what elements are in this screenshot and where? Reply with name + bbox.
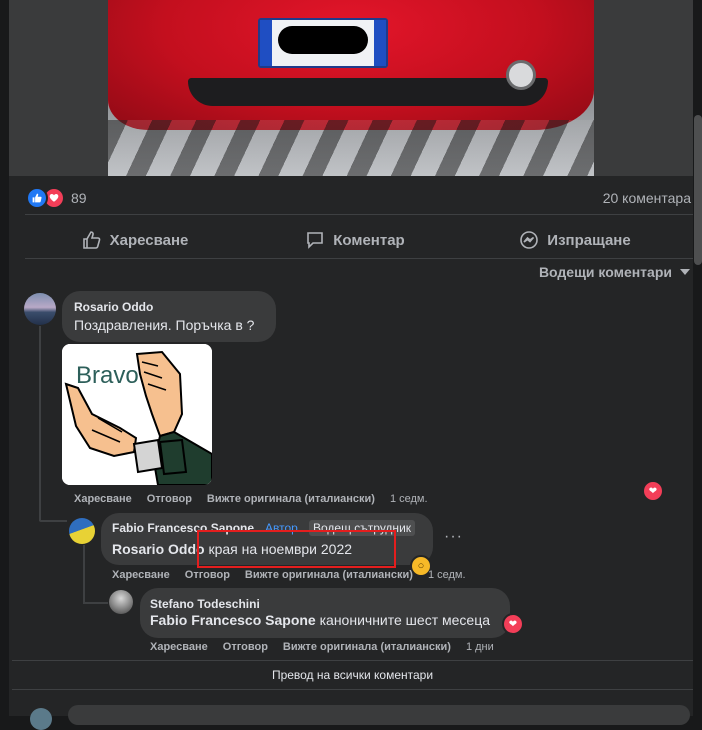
comment-body: каноничните шест месеца bbox=[319, 612, 490, 628]
speech-bubble-icon bbox=[307, 232, 324, 249]
comment-author[interactable]: Rosario Oddo bbox=[74, 300, 153, 314]
reply-link[interactable]: Отговор bbox=[185, 569, 230, 581]
reactions-summary[interactable]: 89 bbox=[26, 187, 87, 209]
comment-input[interactable] bbox=[68, 705, 690, 725]
thread-line bbox=[83, 602, 108, 604]
avatar bbox=[30, 708, 52, 730]
post-photo-frame bbox=[9, 0, 693, 176]
reply-link[interactable]: Отговор bbox=[147, 493, 192, 505]
more-options-icon[interactable]: ··· bbox=[444, 528, 463, 546]
comment-actions: Харесване Отговор Вижте оригинала (итали… bbox=[74, 493, 428, 505]
highlight-annotation bbox=[197, 530, 396, 568]
comment-sort-label: Водещи коментари bbox=[538, 264, 672, 280]
thread-line bbox=[83, 545, 85, 603]
like-link[interactable]: Харесване bbox=[112, 569, 170, 581]
floor-shadow bbox=[108, 120, 594, 176]
license-plate bbox=[258, 18, 388, 68]
comment-author[interactable]: Stefano Todeschini bbox=[150, 597, 260, 611]
comment-actions: Харесване Отговор Вижте оригинала (итали… bbox=[150, 641, 494, 653]
comment-button[interactable]: Коментар bbox=[245, 223, 465, 257]
comment-text: Fabio Francesco Sapone каноничните шест … bbox=[150, 612, 490, 628]
chevron-down-icon bbox=[680, 269, 690, 275]
avatar[interactable] bbox=[109, 590, 133, 614]
thumbs-up-icon bbox=[26, 187, 48, 209]
avatar[interactable] bbox=[69, 518, 95, 544]
translate-all-button[interactable]: Превод на всички коментари bbox=[12, 660, 693, 690]
mention-tag[interactable]: Fabio Francesco Sapone bbox=[150, 612, 316, 628]
see-original-link[interactable]: Вижте оригинала (италиански) bbox=[245, 569, 413, 581]
like-link[interactable]: Харесване bbox=[74, 493, 132, 505]
post-actions: Харесване Коментар Изпращане bbox=[25, 223, 685, 257]
heart-icon[interactable]: ❤ bbox=[642, 480, 664, 502]
messenger-icon bbox=[520, 231, 539, 249]
share-button-label: Изпращане bbox=[547, 231, 631, 249]
comment-sort-dropdown[interactable]: Водещи коментари bbox=[539, 264, 690, 280]
reply-link[interactable]: Отговор bbox=[223, 641, 268, 653]
comment-count[interactable]: 20 коментара bbox=[603, 190, 691, 206]
see-original-link[interactable]: Вижте оригинала (италиански) bbox=[283, 641, 451, 653]
bravo-sticker[interactable]: Bravo bbox=[62, 344, 212, 485]
thread-line bbox=[39, 326, 41, 521]
like-link[interactable]: Харесване bbox=[150, 641, 208, 653]
scrollbar[interactable] bbox=[694, 115, 702, 265]
comment-actions: Харесване Отговор Вижте оригинала (итали… bbox=[112, 569, 466, 581]
timestamp[interactable]: 1 седм. bbox=[390, 493, 428, 505]
like-button-label: Харесване bbox=[109, 231, 189, 249]
mention-tag[interactable]: Rosario Oddo bbox=[112, 541, 205, 557]
divider bbox=[25, 214, 693, 215]
plate-eu-band bbox=[260, 20, 272, 66]
comment-text: Поздравления. Поръчка в ? bbox=[74, 317, 255, 333]
reaction-count: 89 bbox=[71, 190, 87, 206]
timestamp[interactable]: 1 седм. bbox=[428, 569, 466, 581]
plate-band-right bbox=[374, 20, 386, 66]
thumbs-up-icon bbox=[82, 231, 100, 249]
like-button[interactable]: Харесване bbox=[25, 223, 245, 257]
divider bbox=[25, 258, 693, 259]
share-button[interactable]: Изпращане bbox=[465, 223, 685, 257]
plate-redaction bbox=[278, 26, 368, 54]
comment-button-label: Коментар bbox=[333, 231, 405, 249]
fog-light bbox=[506, 60, 536, 90]
thread-line bbox=[39, 520, 67, 522]
post-photo[interactable] bbox=[108, 0, 594, 176]
car-grille bbox=[188, 78, 548, 106]
sticker-text: Bravo bbox=[76, 362, 139, 389]
avatar[interactable] bbox=[24, 293, 56, 325]
heart-icon[interactable]: ❤ bbox=[502, 613, 524, 635]
timestamp[interactable]: 1 дни bbox=[466, 641, 494, 653]
see-original-link[interactable]: Вижте оригинала (италиански) bbox=[207, 493, 375, 505]
